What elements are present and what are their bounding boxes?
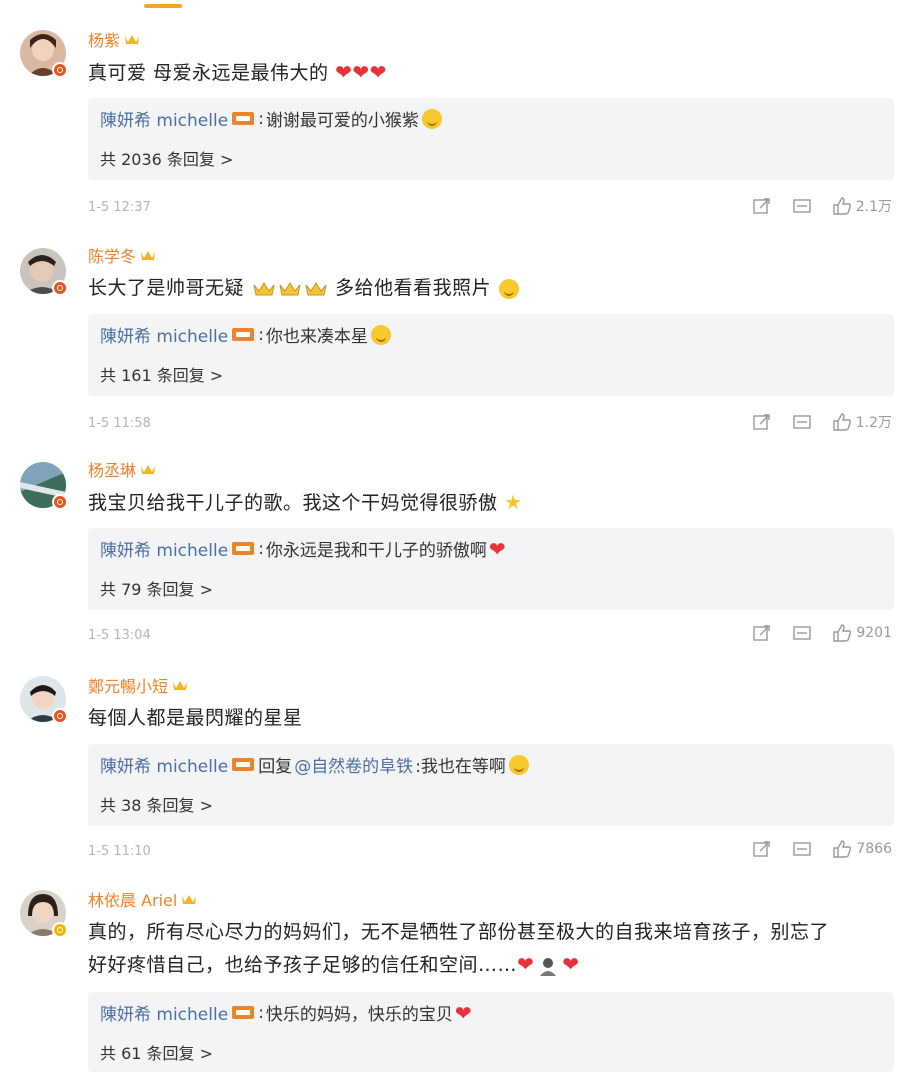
comment-time: 1-5 13:04 bbox=[88, 628, 151, 643]
share-icon[interactable] bbox=[752, 413, 772, 431]
like-icon bbox=[833, 840, 852, 858]
comment-time: 1-5 11:10 bbox=[88, 844, 151, 859]
emoji-icon bbox=[508, 754, 529, 775]
like-icon bbox=[833, 624, 852, 642]
reply-text: 快乐的妈妈，快乐的宝贝 bbox=[265, 1005, 453, 1025]
comment-text: 每個人都是最閃耀的星星 bbox=[88, 707, 303, 729]
vip-icon bbox=[232, 112, 255, 125]
commenter-name[interactable]: 杨丞琳 bbox=[88, 457, 136, 481]
person-emoji bbox=[540, 957, 557, 976]
emoji-icon bbox=[370, 324, 391, 345]
like-button[interactable]: 1.2万 bbox=[832, 412, 892, 432]
like-count: 2.1万 bbox=[855, 199, 892, 215]
crown-emoji bbox=[279, 281, 301, 295]
like-icon bbox=[833, 413, 851, 431]
crown-icon bbox=[173, 681, 188, 690]
star-emoji: ★ bbox=[504, 490, 523, 514]
comment-item: 杨紫 真可爱 母爱永远是最伟大的 ❤❤❤ 陳妍希 michelle : 谢谢最可… bbox=[0, 28, 898, 228]
heart-emoji: ❤ bbox=[454, 1000, 472, 1025]
reply-username[interactable]: 陳妍希 michelle bbox=[100, 752, 228, 777]
comment-time: 1-5 11:58 bbox=[88, 416, 151, 431]
crown-emoji bbox=[305, 281, 327, 295]
verified-icon bbox=[52, 708, 68, 724]
reply-box[interactable]: 陳妍希 michelle : 你永远是我和干儿子的骄傲啊 ❤ 共 79 条回复 … bbox=[88, 528, 894, 610]
reply-count-link[interactable]: 共 61 条回复 > bbox=[100, 1040, 213, 1064]
heart-emoji: ❤ bbox=[488, 536, 506, 561]
commenter-name[interactable]: 林依晨 Ariel bbox=[88, 887, 177, 911]
like-button[interactable]: 7866 bbox=[832, 840, 892, 858]
vip-icon bbox=[232, 542, 255, 555]
comment-text: 真的，所有尽心尽力的妈妈们，无不是牺牲了部份甚至极大的自我来培育孩子，别忘了 好… bbox=[88, 921, 830, 976]
reply-count-link[interactable]: 共 38 条回复 > bbox=[100, 792, 213, 816]
crown-emoji bbox=[253, 281, 275, 295]
comment-icon[interactable] bbox=[792, 413, 812, 431]
comment-item: 杨丞琳 我宝贝给我干儿子的歌。我这个干妈觉得很骄傲 ★ 陳妍希 michelle… bbox=[0, 458, 898, 658]
reply-box[interactable]: 陳妍希 michelle : 快乐的妈妈，快乐的宝贝 ❤ 共 61 条回复 > bbox=[88, 992, 894, 1072]
avatar[interactable] bbox=[20, 462, 68, 510]
crown-icon bbox=[141, 251, 156, 260]
vip-icon bbox=[232, 758, 255, 771]
reply-text: :我也在等啊 bbox=[415, 757, 506, 777]
reply-mention[interactable]: @自然卷的阜铁 bbox=[294, 752, 413, 777]
reply-text: 你永远是我和干儿子的骄傲啊 bbox=[265, 541, 487, 561]
reply-text: 谢谢最可爱的小猴紫 bbox=[265, 111, 419, 131]
like-count: 7866 bbox=[856, 841, 892, 857]
verified-icon bbox=[52, 62, 68, 78]
commenter-name[interactable]: 鄭元暢小短 bbox=[88, 673, 168, 697]
avatar[interactable] bbox=[20, 890, 68, 938]
reply-username[interactable]: 陳妍希 michelle bbox=[100, 1000, 228, 1025]
share-icon[interactable] bbox=[752, 624, 772, 642]
reply-prefix: 回复 bbox=[258, 757, 293, 777]
share-icon[interactable] bbox=[752, 840, 772, 858]
verified-icon bbox=[52, 494, 68, 510]
heart-emoji: ❤ bbox=[562, 952, 580, 976]
like-button[interactable]: 9201 bbox=[832, 624, 892, 642]
comment-item: 鄭元暢小短 每個人都是最閃耀的星星 陳妍希 michelle 回复 @自然卷的阜… bbox=[0, 674, 898, 874]
crown-icon bbox=[141, 465, 156, 474]
heart-emoji: ❤❤❤ bbox=[335, 60, 387, 84]
vip-icon bbox=[232, 328, 255, 341]
comment-text: 真可爱 母爱永远是最伟大的 ❤❤❤ bbox=[88, 60, 387, 84]
reply-text: 你也来凑本星 bbox=[265, 327, 368, 347]
share-icon[interactable] bbox=[752, 197, 772, 215]
reply-count-link[interactable]: 共 2036 条回复 > bbox=[100, 146, 233, 170]
like-icon bbox=[833, 197, 851, 215]
avatar[interactable] bbox=[20, 248, 68, 296]
reply-username[interactable]: 陳妍希 michelle bbox=[100, 322, 228, 347]
crown-icon bbox=[182, 895, 197, 904]
avatar[interactable] bbox=[20, 30, 68, 78]
comment-item: 林依晨 Ariel 真的，所有尽心尽力的妈妈们，无不是牺牲了部份甚至极大的自我来… bbox=[0, 887, 898, 1072]
verified-icon bbox=[52, 922, 68, 938]
reply-count-link[interactable]: 共 79 条回复 > bbox=[100, 576, 213, 600]
vip-icon bbox=[232, 1006, 255, 1019]
like-button[interactable]: 2.1万 bbox=[832, 196, 892, 216]
comment-time: 1-5 12:37 bbox=[88, 200, 151, 215]
tab-indicator bbox=[144, 4, 182, 8]
comment-icon[interactable] bbox=[792, 840, 812, 858]
comment-item: 陈学冬 长大了是帅哥无疑 多给他看看我照片 陳妍希 michelle : 你也来… bbox=[0, 244, 898, 444]
comment-icon[interactable] bbox=[792, 197, 812, 215]
heart-emoji: ❤ bbox=[517, 952, 535, 976]
avatar[interactable] bbox=[20, 676, 68, 724]
comment-text: 我宝贝给我干儿子的歌。我这个干妈觉得很骄傲 ★ bbox=[88, 490, 523, 514]
reply-username[interactable]: 陳妍希 michelle bbox=[100, 536, 228, 561]
commenter-name[interactable]: 杨紫 bbox=[88, 27, 120, 51]
crown-icon bbox=[125, 35, 140, 44]
reply-box[interactable]: 陳妍希 michelle : 谢谢最可爱的小猴紫 共 2036 条回复 > bbox=[88, 98, 894, 180]
like-count: 9201 bbox=[856, 625, 892, 641]
commenter-name[interactable]: 陈学冬 bbox=[88, 243, 136, 267]
comment-icon[interactable] bbox=[792, 624, 812, 642]
reply-count-link[interactable]: 共 161 条回复 > bbox=[100, 362, 223, 386]
reply-box[interactable]: 陳妍希 michelle : 你也来凑本星 共 161 条回复 > bbox=[88, 314, 894, 396]
reply-username[interactable]: 陳妍希 michelle bbox=[100, 106, 228, 131]
emoji-icon bbox=[421, 108, 442, 129]
comment-text: 长大了是帅哥无疑 多给他看看我照片 bbox=[88, 272, 520, 304]
like-count: 1.2万 bbox=[855, 415, 892, 431]
reply-box[interactable]: 陳妍希 michelle 回复 @自然卷的阜铁 :我也在等啊 共 38 条回复 … bbox=[88, 744, 894, 826]
emoji-icon bbox=[498, 278, 519, 299]
verified-icon bbox=[52, 280, 68, 296]
